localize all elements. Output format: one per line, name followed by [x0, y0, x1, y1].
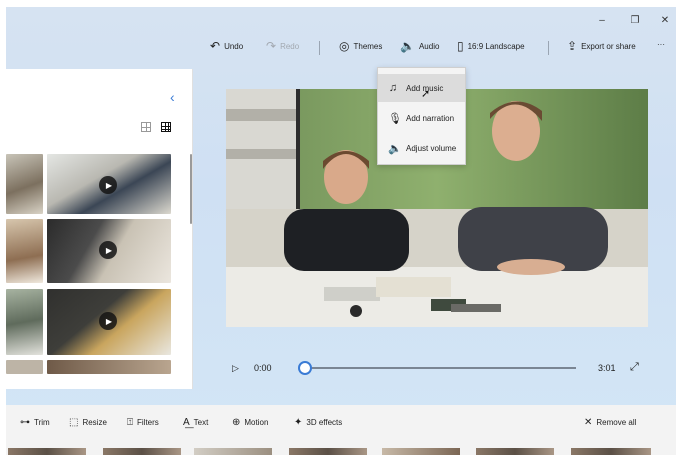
microphone-icon: 🎙 [388, 112, 402, 125]
filters-icon: ⍐ [127, 417, 133, 428]
menu-item-label: Adjust volume [406, 143, 457, 153]
text-icon: A͟ [183, 417, 190, 428]
storyboard-clip[interactable] [382, 448, 460, 455]
redo-label: Redo [280, 41, 300, 51]
more-icon: ··· [657, 40, 665, 49]
mouse-cursor-icon: ➚ [421, 88, 431, 100]
trim-icon: ⊶ [20, 417, 30, 428]
storyboard-clip[interactable] [571, 448, 651, 455]
remove-all-label: Remove all [596, 418, 637, 427]
3d-effects-icon: ✦ [294, 417, 303, 428]
storyboard-clip[interactable] [289, 448, 367, 455]
media-thumbnail[interactable]: ▶ [47, 289, 171, 355]
media-thumbnail[interactable] [6, 154, 43, 214]
themes-button[interactable]: ◎ Themes [339, 40, 382, 52]
media-thumbnail[interactable] [47, 360, 171, 374]
resize-button[interactable]: ⬚ Resize [69, 417, 107, 428]
speaker-icon: 🔈 [400, 39, 415, 53]
aspect-ratio-icon: ▯ [457, 39, 464, 53]
maximize-button[interactable]: ❐ [627, 15, 643, 26]
motion-button[interactable]: ⊕ Motion [232, 417, 268, 428]
media-thumbnail[interactable] [6, 219, 43, 283]
video-play-icon: ▶ [99, 241, 117, 259]
storyboard-clip[interactable] [194, 448, 272, 455]
media-thumbnail[interactable]: ▶ [47, 219, 171, 283]
export-button[interactable]: ⇪ Export or share [567, 40, 636, 52]
close-button[interactable]: ✕ [657, 15, 673, 26]
small-grid-icon[interactable] [141, 122, 151, 132]
storyboard-clip[interactable] [8, 448, 86, 455]
minimize-button[interactable]: – [594, 15, 610, 26]
media-thumbnail[interactable] [6, 360, 43, 374]
play-button[interactable]: ▷ [232, 363, 239, 374]
filters-label: Filters [137, 418, 159, 427]
trim-label: Trim [34, 418, 50, 427]
toolbar-divider [319, 41, 320, 55]
timeline-scrubber-track[interactable] [304, 367, 576, 369]
text-label: Text [193, 418, 209, 427]
text-button[interactable]: A͟ Text [183, 417, 208, 428]
speaker-icon: 🔈 [388, 142, 402, 155]
undo-label: Undo [224, 41, 244, 51]
video-play-icon: ▶ [99, 312, 117, 330]
undo-button[interactable]: ↶ Undo [210, 40, 243, 52]
undo-icon: ↶ [210, 39, 221, 53]
aspect-ratio-label: 16:9 Landscape [467, 41, 525, 51]
motion-icon: ⊕ [232, 417, 241, 428]
motion-label: Motion [244, 418, 269, 427]
redo-icon: ↷ [266, 39, 277, 53]
themes-label: Themes [353, 41, 383, 51]
export-label: Export or share [581, 41, 636, 51]
chevron-left-icon[interactable]: ‹ [170, 89, 175, 105]
menu-item-adjust-volume[interactable]: 🔈 Adjust volume [378, 134, 465, 162]
media-thumbnail[interactable] [6, 289, 43, 355]
resize-icon: ⬚ [69, 417, 79, 428]
fullscreen-expand-icon[interactable]: ⤢ [630, 361, 639, 374]
resize-label: Resize [82, 418, 107, 427]
palette-icon: ◎ [339, 39, 350, 53]
redo-button[interactable]: ↷ Redo [266, 40, 299, 52]
remove-all-button[interactable]: ✕ Remove all [584, 417, 636, 428]
aspect-ratio-button[interactable]: ▯ 16:9 Landscape [457, 40, 525, 52]
storyboard-clip[interactable] [476, 448, 554, 455]
audio-button[interactable]: 🔈 Audio [400, 40, 439, 52]
total-time: 3:01 [598, 363, 616, 373]
timeline-scrubber-handle[interactable] [298, 361, 312, 375]
menu-item-add-narration[interactable]: 🎙 Add narration [378, 104, 465, 132]
toolbar-divider [548, 41, 549, 55]
audio-menu: ♫ Add music 🎙 Add narration 🔈 Adjust vol… [377, 67, 466, 165]
menu-item-label: Add narration [406, 113, 455, 123]
close-icon: ✕ [584, 417, 593, 428]
video-play-icon: ▶ [99, 176, 117, 194]
audio-label: Audio [418, 41, 440, 51]
media-thumbnail[interactable]: ▶ [47, 154, 171, 214]
share-icon: ⇪ [567, 39, 578, 53]
3d-effects-button[interactable]: ✦ 3D effects [294, 417, 342, 428]
current-time: 0:00 [254, 363, 272, 373]
video-editor-window: – ❐ ✕ ↶ Undo ↷ Redo ◎ Themes 🔈 Audio ▯ 1… [6, 7, 676, 455]
trim-button[interactable]: ⊶ Trim [20, 417, 50, 428]
filters-button[interactable]: ⍐ Filters [127, 417, 159, 428]
project-library-panel: ‹ ▶ ▶ ▶ [6, 69, 193, 389]
3d-effects-label: 3D effects [306, 418, 343, 427]
music-note-icon: ♫ [388, 82, 398, 94]
storyboard-clip[interactable] [103, 448, 181, 455]
large-grid-icon[interactable] [161, 122, 171, 132]
library-scrollbar[interactable] [190, 154, 192, 224]
more-options-button[interactable]: ··· [657, 40, 665, 49]
